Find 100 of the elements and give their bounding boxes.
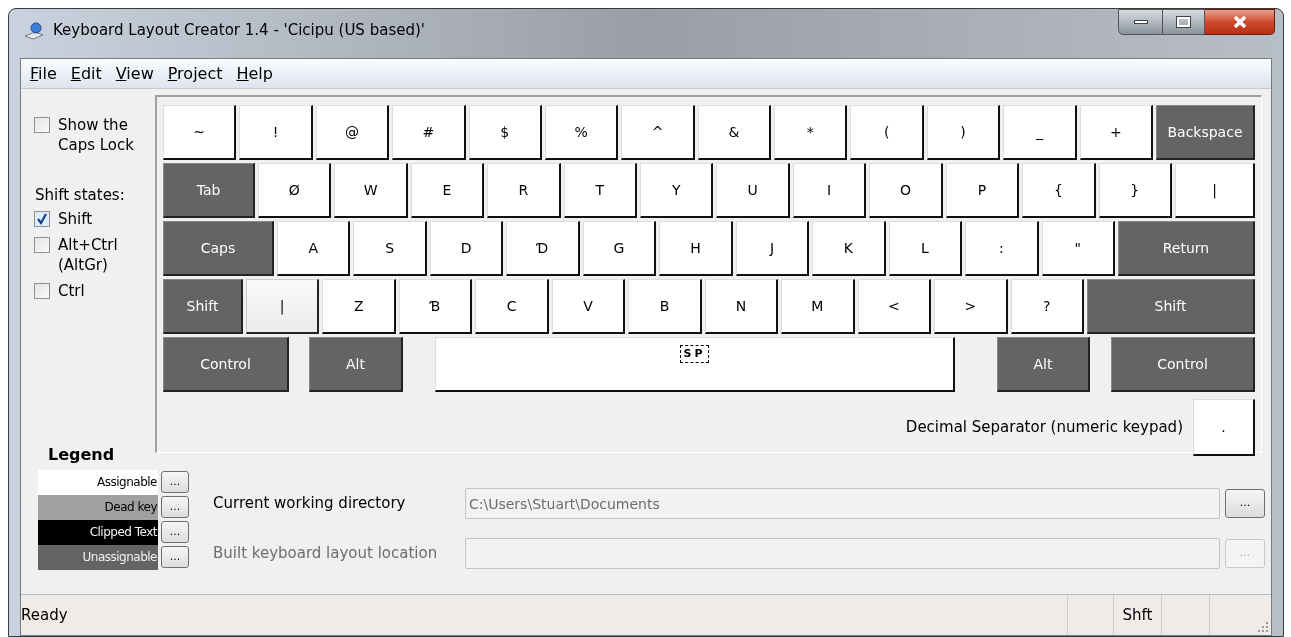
keyboard-key[interactable]: ~ (163, 105, 237, 160)
keyboard-key[interactable]: Shift (1087, 279, 1255, 334)
section-label: Shift states: (34, 185, 126, 206)
keyboard-key[interactable]: _ (1003, 105, 1077, 160)
legend-swatch: Dead key (38, 494, 158, 520)
keyboard-key[interactable]: ! (239, 105, 313, 160)
keyboard-key[interactable]: . (1193, 399, 1255, 456)
keyboard-key[interactable]: ? (1010, 279, 1084, 334)
field-label: Current working directory (213, 493, 407, 515)
keyboard-key[interactable]: I (792, 163, 867, 218)
keyboard-key[interactable]: | (246, 279, 320, 334)
keyboard-key[interactable]: Ɓ (398, 279, 473, 334)
minimize-button[interactable] (1118, 9, 1163, 35)
keyboard-key[interactable]: ) (926, 105, 1001, 160)
maximize-icon (1177, 17, 1190, 27)
menu-item[interactable]: Project (160, 59, 230, 88)
keyboard-key[interactable]: { (1022, 163, 1096, 218)
keyboard-key[interactable]: L (888, 221, 963, 276)
keyboard-key[interactable]: & (697, 105, 772, 160)
path-field[interactable]: C:\Users\Stuart\Documents (465, 488, 1220, 519)
keyboard-key[interactable]: Control (163, 337, 289, 392)
keyboard-key[interactable]: B (628, 279, 702, 334)
keyboard-key[interactable]: N (704, 279, 779, 334)
keyboard-app-icon (23, 21, 45, 41)
ellipsis-button[interactable]: ... (161, 496, 189, 518)
keyboard-key[interactable]: Backspace (1156, 105, 1255, 160)
keyboard-key[interactable]: U (716, 163, 790, 218)
close-button[interactable] (1205, 9, 1275, 35)
checkbox-label: Alt+Ctrl (AltGr) (58, 234, 119, 275)
keyboard-key[interactable]: D (429, 221, 504, 276)
keyboard-key[interactable]: G (582, 221, 657, 276)
keyboard-key[interactable]: Return (1118, 221, 1255, 276)
checkbox-label: Ctrl (58, 280, 86, 301)
key-label: Decimal Separator (numeric keypad) (905, 417, 1183, 439)
keyboard-key[interactable]: Shift (163, 279, 243, 334)
keyboard-key[interactable]: @ (315, 105, 390, 160)
keyboard-key[interactable]: | (1175, 163, 1255, 218)
keyboard-key[interactable]: Z (322, 279, 396, 334)
keyboard-key[interactable]: < (857, 279, 932, 334)
keyboard-key[interactable]: M (781, 279, 855, 334)
menu-item[interactable]: View (108, 59, 161, 88)
keyboard-key[interactable]: K (812, 221, 886, 276)
checkbox[interactable] (34, 282, 50, 299)
keyboard-key[interactable]: J (735, 221, 810, 276)
keyboard-key[interactable]: ( (850, 105, 924, 160)
menu-item[interactable]: Edit (63, 59, 109, 88)
status-text: Ready (21, 604, 69, 626)
keyboard-key[interactable]: # (392, 105, 466, 160)
legend-title: Legend (47, 444, 116, 466)
keyboard-key[interactable]: Control (1111, 337, 1255, 392)
keyboard-key[interactable]: O (869, 163, 943, 218)
menu-item[interactable]: Help (229, 59, 280, 88)
keyboard-key[interactable]: Tab (163, 163, 255, 218)
window-title: Keyboard Layout Creator 1.4 - 'Cicipu (US based)' (53, 20, 425, 41)
legend-swatch: Unassignable (38, 544, 158, 570)
keyboard-key[interactable]: " (1041, 221, 1115, 276)
maximize-button[interactable] (1163, 9, 1205, 35)
status-indicator: Shft (1113, 595, 1161, 635)
checkbox[interactable] (34, 236, 50, 253)
keyboard-key[interactable]: Alt (309, 337, 403, 392)
field-label: Built keyboard layout location (213, 543, 439, 565)
browse-button[interactable]: ... (1225, 489, 1265, 518)
keyboard-key[interactable]: : (965, 221, 1039, 276)
close-icon (1232, 16, 1247, 28)
keyboard-key[interactable]: C (475, 279, 549, 334)
keyboard-key[interactable]: H (659, 221, 733, 276)
keyboard-key[interactable]: A (277, 221, 351, 276)
keyboard-key[interactable]: P (945, 163, 1020, 218)
minimize-icon (1133, 20, 1148, 24)
legend-swatch: Clipped Text (38, 519, 158, 545)
ellipsis-button[interactable]: ... (161, 521, 189, 543)
keyboard-key[interactable]: * (774, 105, 848, 160)
ellipsis-button[interactable]: ... (161, 546, 189, 568)
path-field[interactable] (465, 538, 1220, 569)
checkbox[interactable] (34, 117, 50, 133)
checkbox[interactable] (34, 210, 50, 227)
keyboard-key[interactable]: $ (468, 105, 542, 160)
menu-item[interactable]: File (23, 59, 64, 88)
keyboard-key[interactable]: W (334, 163, 408, 218)
keyboard-key[interactable]: Alt (997, 337, 1090, 392)
keyboard-key[interactable]: S (353, 221, 427, 276)
ellipsis-button[interactable]: ... (161, 471, 189, 493)
keyboard-key[interactable]: R (487, 163, 561, 218)
keyboard-key[interactable]: E (410, 163, 485, 218)
checkbox-label: Shift (58, 208, 94, 229)
keyboard-key[interactable]: + (1079, 105, 1153, 160)
keyboard-key[interactable]: SP (435, 337, 955, 392)
keyboard-key[interactable]: V (551, 279, 626, 334)
keyboard-key[interactable]: ^ (621, 105, 695, 160)
keyboard-key[interactable]: Ɗ (506, 221, 580, 276)
keyboard-key[interactable]: T (563, 163, 638, 218)
keyboard-key[interactable]: > (934, 279, 1008, 334)
legend-swatch: Assignable (38, 469, 158, 495)
keyboard-key[interactable]: Ø (258, 163, 332, 218)
keyboard-key[interactable]: } (1098, 163, 1172, 218)
resize-grip-icon (1257, 621, 1269, 633)
keyboard-key[interactable]: Caps (163, 221, 274, 276)
keyboard-key[interactable]: Y (640, 163, 714, 218)
keyboard-key[interactable]: % (544, 105, 619, 160)
checkbox-label: Show the Caps Lock (58, 115, 135, 155)
